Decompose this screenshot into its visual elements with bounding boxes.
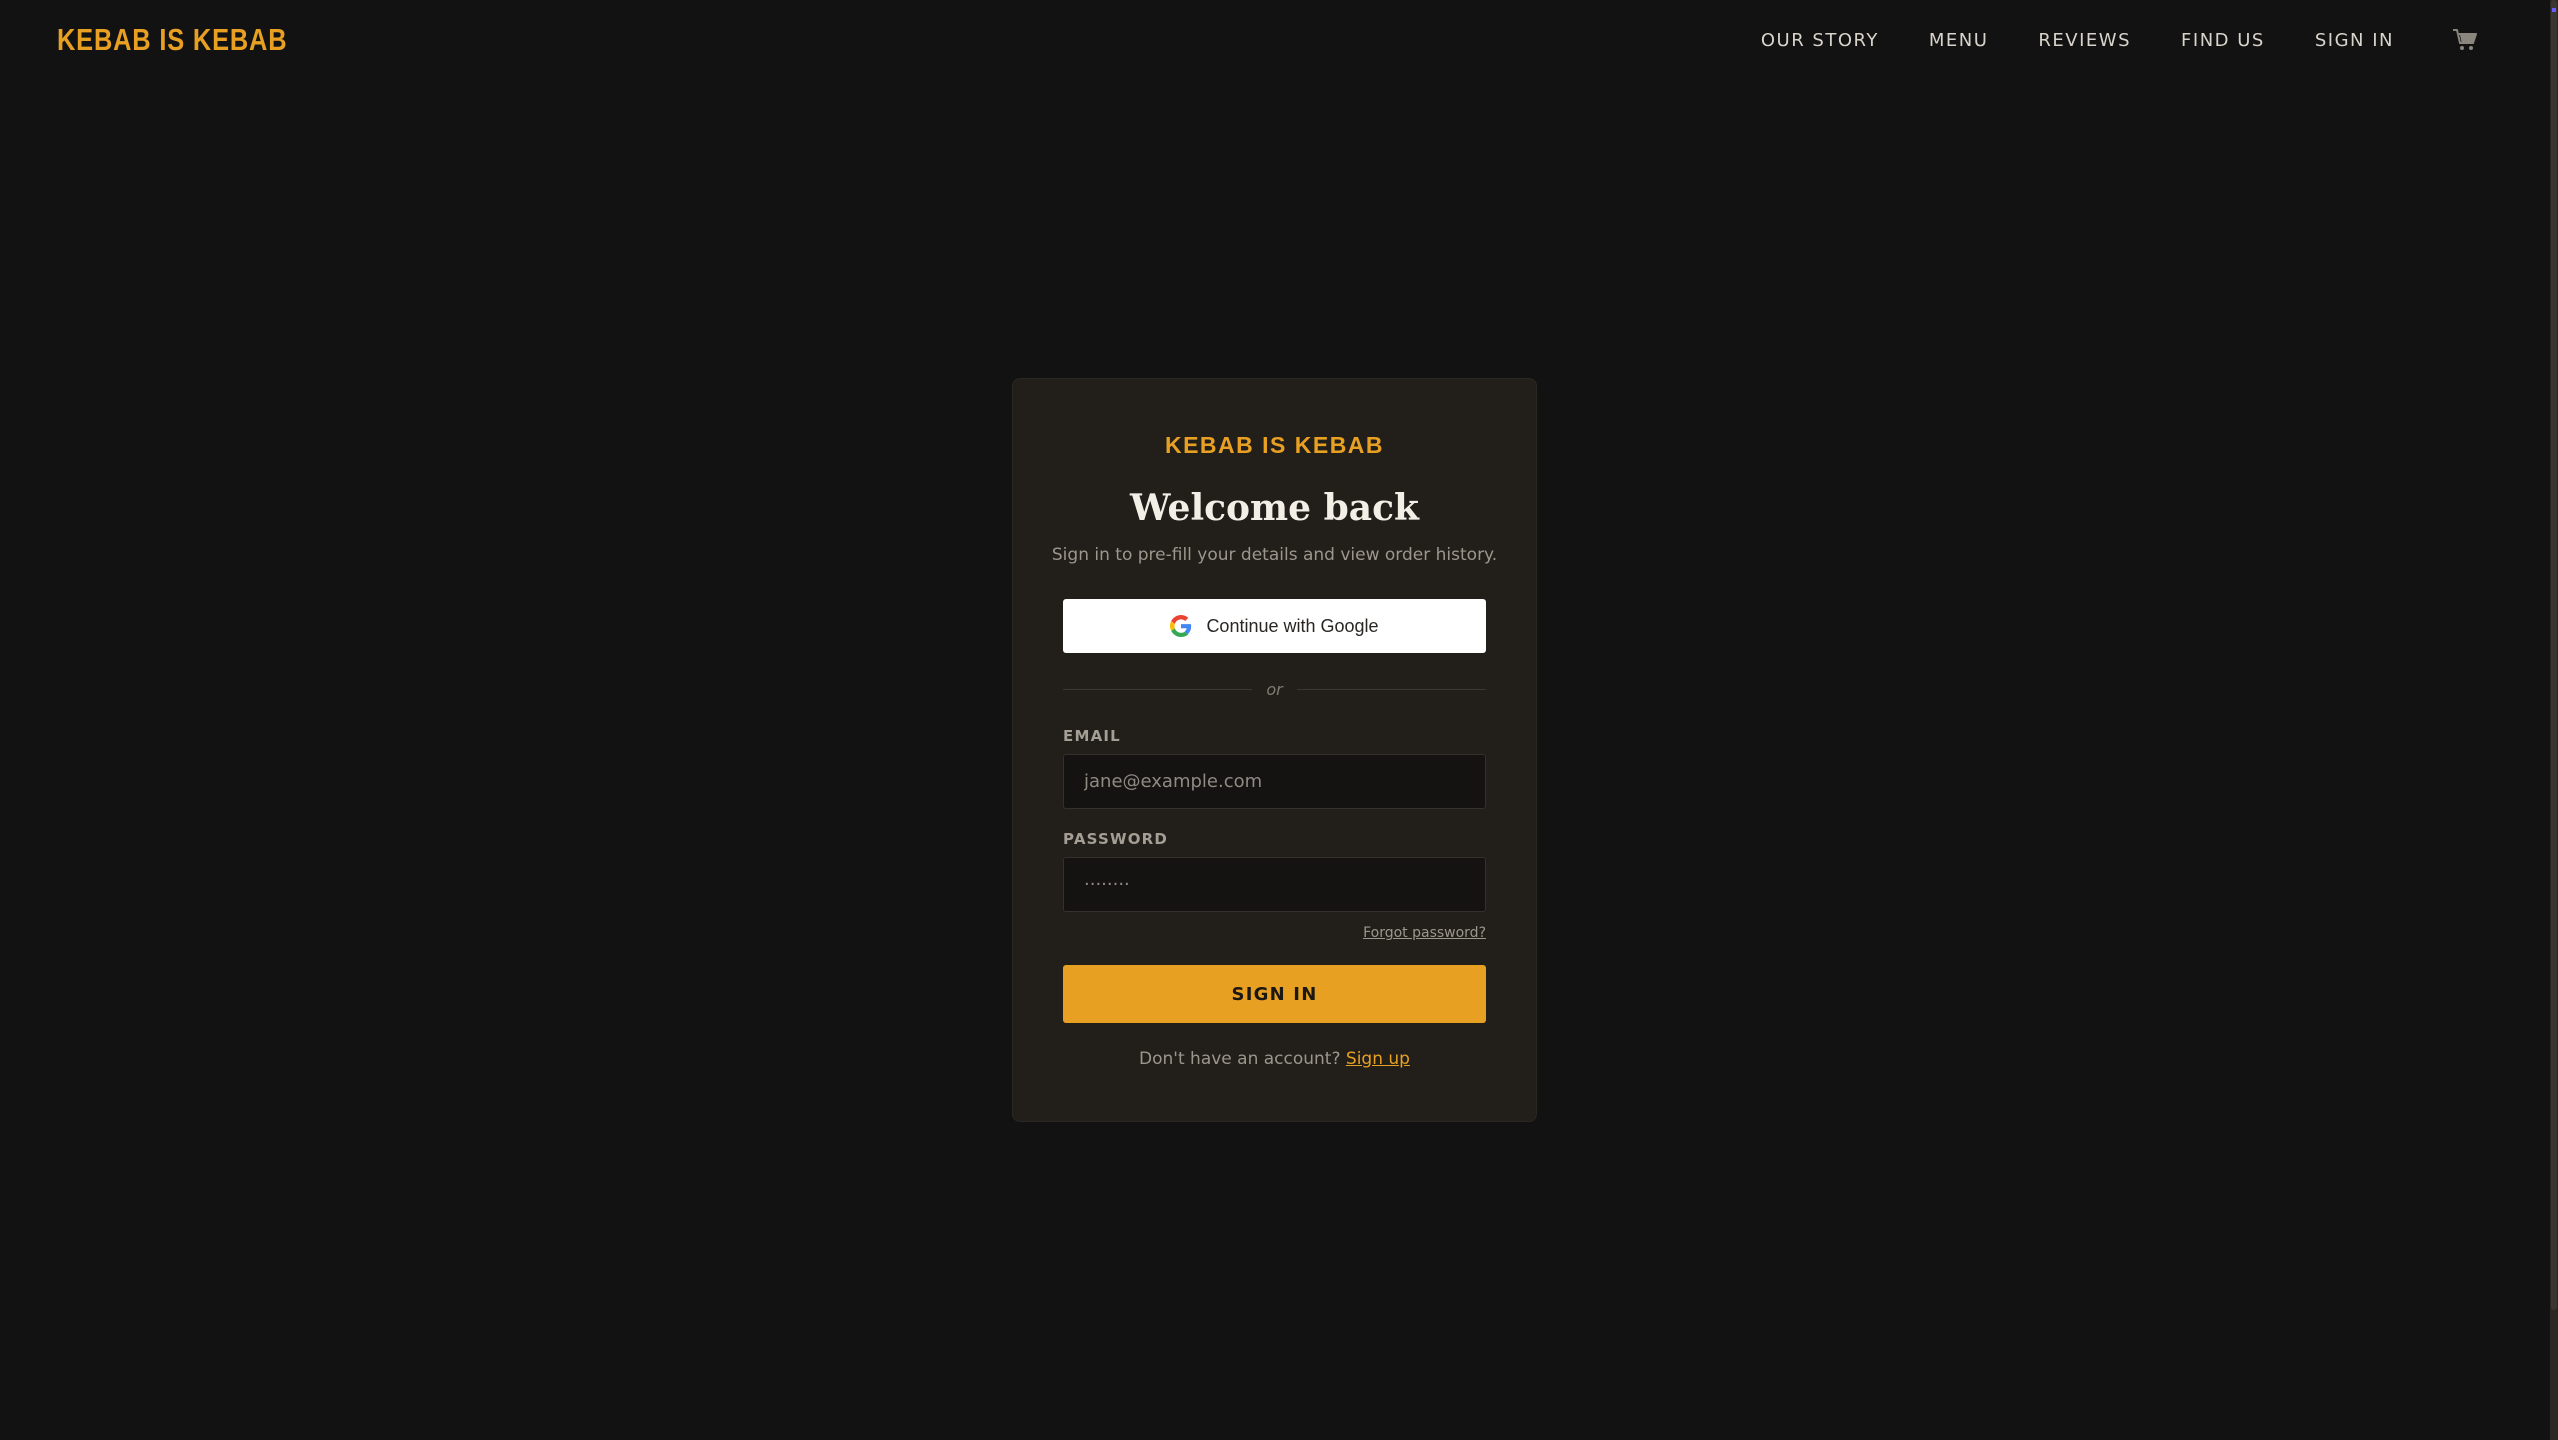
nav-our-story[interactable]: OUR STORY: [1761, 30, 1879, 51]
divider-text: or: [1266, 679, 1283, 699]
page-scrollbar[interactable]: [2550, 0, 2558, 1440]
password-field[interactable]: [1063, 857, 1486, 912]
nav-reviews[interactable]: REVIEWS: [2038, 30, 2131, 51]
scrollbar-thumb[interactable]: [2551, 0, 2557, 1310]
card-brand: KEBAB IS KEBAB: [1164, 432, 1385, 458]
main-nav: OUR STORY MENU REVIEWS FIND US SIGN IN: [1711, 28, 2478, 52]
cart-icon[interactable]: [2452, 28, 2478, 52]
signup-row: Don't have an account? Sign up: [1013, 1049, 1536, 1069]
sign-in-card: KEBAB IS KEBAB Welcome back Sign in to p…: [1012, 378, 1537, 1122]
password-label: PASSWORD: [1063, 830, 1169, 848]
cart-icon-glyph: [2453, 29, 2477, 50]
email-label: EMAIL: [1063, 727, 1121, 745]
or-divider: or: [1063, 679, 1486, 699]
page-title: Welcome back: [1130, 487, 1419, 529]
nav-find-us[interactable]: FIND US: [2181, 30, 2265, 51]
nav-menu[interactable]: MENU: [1929, 30, 1989, 51]
email-field[interactable]: [1063, 754, 1486, 809]
divider-line-left: [1063, 688, 1253, 690]
sign-in-button[interactable]: SIGN IN: [1063, 965, 1486, 1023]
signup-prompt: Don't have an account?: [1139, 1049, 1346, 1069]
corner-indicator: [2552, 8, 2556, 12]
nav-sign-in[interactable]: SIGN IN: [2315, 30, 2394, 51]
forgot-password-link[interactable]: Forgot password?: [1363, 925, 1486, 941]
sign-up-link[interactable]: Sign up: [1346, 1049, 1410, 1069]
google-icon: [1170, 615, 1192, 637]
divider-line-right: [1296, 688, 1486, 690]
google-sign-in-button[interactable]: Continue with Google: [1063, 599, 1486, 653]
brand-logo[interactable]: KEBAB IS KEBAB: [57, 22, 287, 58]
google-button-label: Continue with Google: [1206, 615, 1379, 636]
page-subtitle: Sign in to pre-fill your details and vie…: [1051, 545, 1498, 565]
top-navigation-bar: KEBAB IS KEBAB OUR STORY MENU REVIEWS FI…: [0, 0, 2550, 86]
